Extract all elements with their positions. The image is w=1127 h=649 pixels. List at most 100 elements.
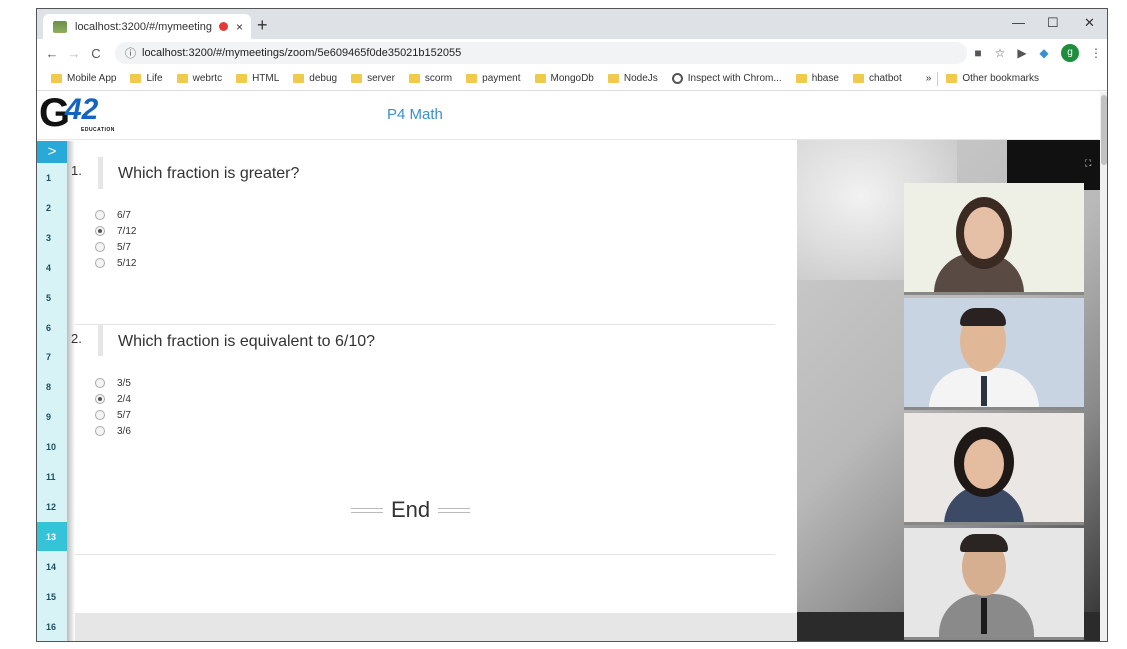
question-nav-item[interactable]: 5 — [37, 283, 67, 313]
question-nav-item[interactable]: 1 — [37, 163, 67, 193]
video-panel: ⛶ — [797, 140, 1100, 641]
folder-icon — [408, 74, 420, 83]
extension-icon[interactable]: ◆ — [1033, 46, 1055, 60]
bookmark-item[interactable]: NodeJs — [607, 73, 658, 84]
bookmark-item[interactable]: Mobile App — [51, 73, 116, 84]
question-number: 2. — [71, 331, 82, 346]
radio-button[interactable] — [95, 242, 105, 252]
question-text: Which fraction is equivalent to 6/10? — [118, 333, 376, 350]
radio-button[interactable] — [95, 426, 105, 436]
url-text: localhost:3200/#/mymeetings/zoom/5e60946… — [142, 47, 462, 59]
bookmarks-more-button[interactable]: » — [926, 73, 932, 84]
question-nav-item[interactable]: 6 — [37, 313, 67, 343]
browser-tab[interactable]: localhost:3200/#/mymeeting × — [43, 14, 251, 39]
bookmark-item[interactable]: debug — [293, 73, 337, 84]
star-icon[interactable]: ☆ — [989, 46, 1011, 60]
radio-button[interactable] — [95, 378, 105, 388]
answer-option[interactable]: 6/7 — [95, 207, 131, 223]
camera-icon[interactable]: ■ — [967, 46, 989, 60]
answer-option[interactable]: 2/4 — [95, 391, 131, 407]
bookmark-item[interactable]: MongoDb — [534, 73, 594, 84]
answer-option[interactable]: 3/5 — [95, 375, 131, 391]
bookmark-item[interactable]: HTML — [236, 73, 279, 84]
bookmark-item[interactable]: chatbot — [852, 73, 902, 84]
favicon-icon — [53, 20, 67, 33]
app-header: G 42 EDUCATION P4 Math — [37, 91, 1099, 140]
question-nav-item[interactable]: 9 — [37, 402, 67, 432]
reload-icon[interactable]: C — [85, 46, 107, 61]
folder-icon — [176, 74, 188, 83]
address-bar[interactable]: ⓘ localhost:3200/#/mymeetings/zoom/5e609… — [115, 42, 967, 64]
bookmark-item[interactable]: scorm — [408, 73, 452, 84]
scrollbar[interactable] — [1100, 92, 1107, 641]
bookmark-item[interactable]: Life — [130, 73, 163, 84]
tab-strip: localhost:3200/#/mymeeting × + — ☐ ✕ — [37, 9, 1107, 39]
answer-option[interactable]: 3/6 — [95, 423, 131, 439]
minimize-button[interactable]: — — [1012, 15, 1025, 30]
page-title: P4 Math — [387, 106, 443, 123]
tab-title: localhost:3200/#/mymeeting — [75, 20, 212, 33]
forward-icon[interactable]: → — [63, 46, 85, 61]
bookmark-item[interactable]: webrtc — [176, 73, 222, 84]
question-nav-item[interactable]: 12 — [37, 492, 67, 522]
folder-icon — [236, 74, 248, 83]
question-nav-item[interactable]: 13 — [37, 521, 67, 552]
answer-option[interactable]: 7/12 — [95, 223, 136, 239]
folder-icon — [466, 74, 478, 83]
radio-button[interactable] — [95, 394, 105, 404]
new-tab-button[interactable]: + — [257, 15, 268, 36]
folder-icon — [946, 74, 958, 83]
bookmarks-bar: Mobile App Life webrtc HTML debug server scorm… — [37, 67, 1107, 91]
back-icon[interactable]: ← — [41, 46, 63, 61]
question-number: 1. — [71, 163, 82, 178]
radio-button[interactable] — [95, 258, 105, 268]
chevron-right-icon[interactable]: > — [37, 141, 67, 163]
question-nav-item[interactable]: 4 — [37, 253, 67, 283]
other-bookmarks[interactable]: Other bookmarks — [946, 73, 1039, 84]
g42-logo[interactable]: G 42 EDUCATION — [39, 91, 129, 135]
radio-button[interactable] — [95, 226, 105, 236]
radio-button[interactable] — [95, 410, 105, 420]
participant-video[interactable] — [904, 298, 1084, 410]
bookmark-item[interactable]: Inspect with Chrom... — [671, 73, 782, 84]
recording-icon — [218, 22, 228, 31]
question-nav-item[interactable]: 14 — [37, 552, 67, 582]
maximize-button[interactable]: ☐ — [1047, 15, 1059, 31]
question-text: Which fraction is greater? — [118, 165, 300, 182]
divider — [75, 324, 775, 325]
participant-video[interactable] — [904, 413, 1084, 525]
cast-icon[interactable]: ▶ — [1011, 46, 1033, 60]
radio-button[interactable] — [95, 210, 105, 220]
bookmark-item[interactable]: hbase — [795, 73, 839, 84]
participant-video[interactable] — [904, 528, 1084, 640]
bookmark-item[interactable]: server — [351, 73, 395, 84]
menu-icon[interactable]: ⋮ — [1085, 46, 1107, 60]
browser-toolbar: ← → C ⓘ localhost:3200/#/mymeetings/zoom… — [37, 39, 1107, 67]
folder-icon — [293, 74, 305, 83]
question-nav-item[interactable]: 8 — [37, 372, 67, 402]
answer-option[interactable]: 5/7 — [95, 407, 131, 423]
bookmark-item[interactable]: payment — [466, 73, 521, 84]
close-window-button[interactable]: ✕ — [1084, 15, 1095, 31]
folder-icon — [351, 74, 363, 83]
quiz-content: 1. Which fraction is greater? 6/7 7/12 5/7… — [71, 141, 835, 641]
question-nav-item[interactable]: 10 — [37, 432, 67, 462]
fullscreen-icon[interactable]: ⛶ — [1085, 158, 1091, 169]
footer-bar — [75, 613, 835, 641]
question-nav-item[interactable]: 11 — [37, 462, 67, 492]
answer-option[interactable]: 5/7 — [95, 239, 131, 255]
tab-close-button[interactable]: × — [236, 20, 243, 34]
question-nav-item[interactable]: 15 — [37, 582, 67, 612]
question-nav-item[interactable]: 7 — [37, 342, 67, 372]
question-nav-item[interactable]: 2 — [37, 193, 67, 223]
folder-icon — [51, 74, 62, 83]
answer-option[interactable]: 5/12 — [95, 255, 136, 271]
divider — [75, 554, 775, 555]
question-nav-item[interactable]: 3 — [37, 223, 67, 253]
participant-video[interactable] — [904, 183, 1084, 295]
profile-avatar[interactable]: g — [1061, 44, 1079, 62]
scrollbar-thumb[interactable] — [1101, 95, 1107, 165]
question-nav-item[interactable]: 16 — [37, 612, 67, 642]
folder-icon — [795, 74, 807, 83]
info-icon[interactable]: ⓘ — [125, 45, 136, 61]
